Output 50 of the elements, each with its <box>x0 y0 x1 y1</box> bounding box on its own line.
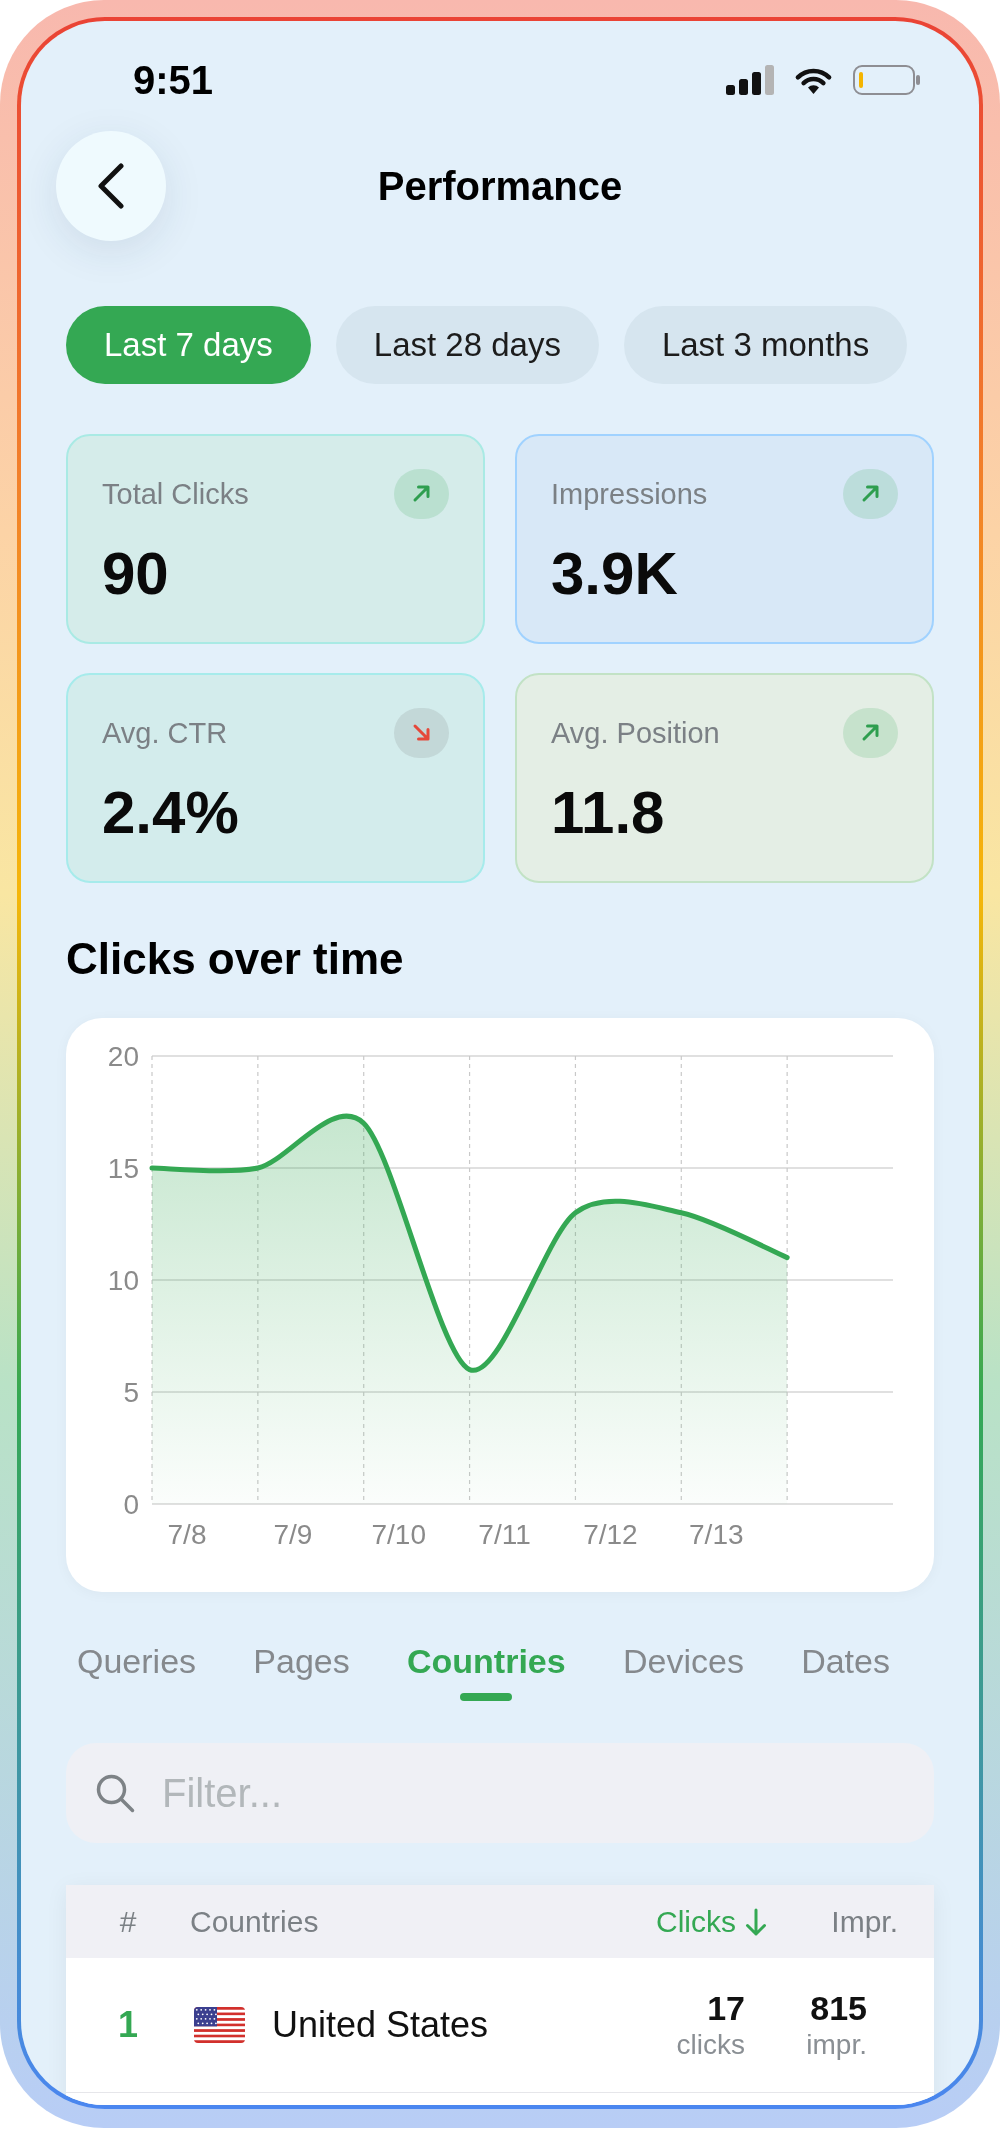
x-axis-label: 7/8 <box>167 1519 207 1550</box>
metric-label: Avg. Position <box>551 716 720 751</box>
dimension-tab[interactable]: Countries <box>407 1641 566 1701</box>
section-title: Clicks over time <box>66 933 404 985</box>
dimension-tab[interactable]: Devices <box>622 1641 744 1701</box>
x-axis-label: 7/10 <box>371 1519 426 1550</box>
column-header[interactable]: # <box>119 1903 137 1940</box>
date-range-button[interactable]: Last 28 days <box>335 306 599 384</box>
column-header[interactable]: Clicks <box>656 1903 768 1940</box>
x-axis-label: 7/11 <box>478 1519 531 1550</box>
y-axis-label: 10 <box>107 1265 139 1296</box>
clicks-unit-label: clicks <box>676 2028 745 2062</box>
page-title: Performance <box>377 163 623 210</box>
country-name: United States <box>272 2004 489 2046</box>
metric-label: Avg. CTR <box>102 716 228 751</box>
search-bar[interactable]: Filter... <box>66 1743 934 1843</box>
clicks-count: 17 <box>707 1988 745 2028</box>
metric-label: Impressions <box>551 477 708 512</box>
y-axis-label: 0 <box>123 1489 139 1520</box>
date-range-button[interactable]: Last 3 months <box>623 306 908 384</box>
tab-indicator <box>460 1693 513 1701</box>
x-axis-label: 7/9 <box>273 1519 313 1550</box>
dimension-tab[interactable]: Dates <box>801 1641 890 1701</box>
y-axis-label: 20 <box>107 1041 139 1072</box>
metric-value: 11.8 <box>551 783 665 843</box>
metric-value: 3.9K <box>551 544 678 604</box>
search-icon <box>95 1773 135 1813</box>
column-header[interactable]: Impr. <box>831 1903 898 1940</box>
x-axis-label: 7/13 <box>689 1519 744 1550</box>
impressions-count: 815 <box>810 1988 867 2028</box>
y-axis-label: 15 <box>107 1153 139 1184</box>
table-row[interactable]: 1 United States 17 clicks 815 impr. <box>66 1958 934 2093</box>
arrow-down-icon <box>744 1906 768 1937</box>
chevron-left-icon <box>96 163 126 209</box>
battery-icon <box>853 65 921 95</box>
filter-input[interactable]: Filter... <box>162 1763 905 1823</box>
column-header[interactable]: Countries <box>190 1903 319 1940</box>
x-axis-label: 7/12 <box>583 1519 638 1550</box>
metric-value: 2.4% <box>102 783 239 843</box>
flag-icon <box>194 2007 245 2043</box>
y-axis-label: 5 <box>123 1377 139 1408</box>
signal-icon <box>726 65 774 95</box>
dimension-tab[interactable]: Queries <box>77 1641 197 1701</box>
dimension-tab[interactable]: Pages <box>253 1641 350 1701</box>
date-range-button[interactable]: Last 7 days <box>66 306 311 384</box>
metric-label: Total Clicks <box>102 477 249 512</box>
status-time: 9:51 <box>133 57 214 103</box>
impressions-unit-label: impr. <box>806 2028 867 2062</box>
metric-value: 90 <box>102 544 169 604</box>
table-rank: 1 <box>118 2004 138 2046</box>
